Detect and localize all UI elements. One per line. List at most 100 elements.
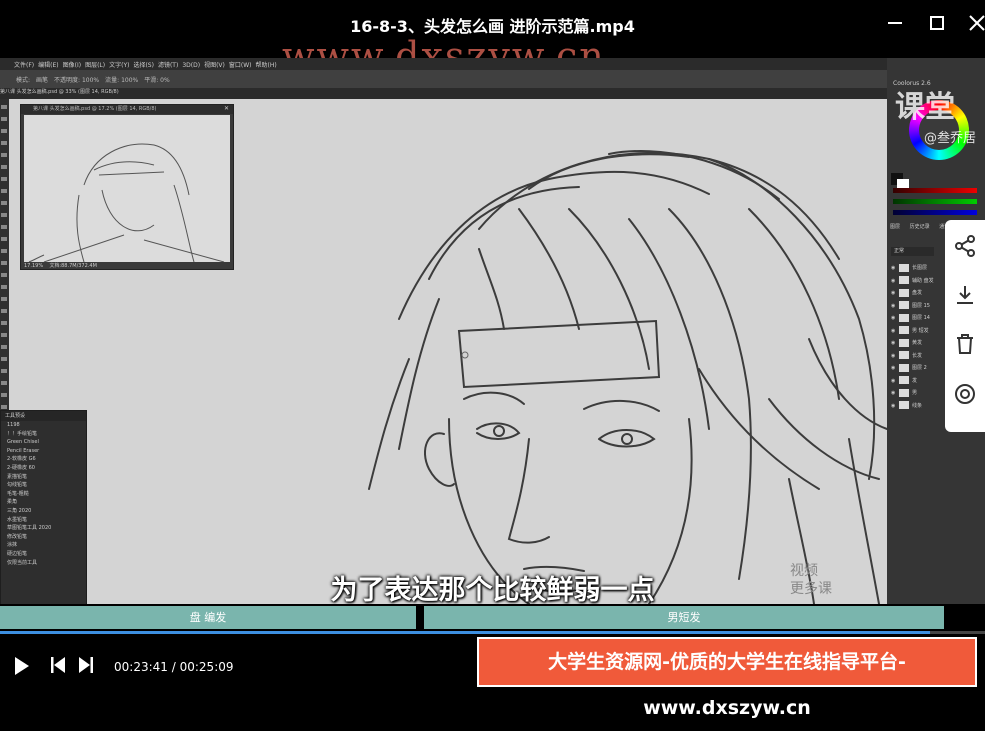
brush-preset-item[interactable]: 修改铅笔 xyxy=(1,533,86,542)
brush-preset-item[interactable]: 2-软橡皮 G6 xyxy=(1,455,86,464)
green-slider[interactable] xyxy=(893,199,977,204)
tool-icon[interactable] xyxy=(1,129,7,133)
tool-icon[interactable] xyxy=(1,381,7,385)
brush-preset-item[interactable]: 勾线铅笔 xyxy=(1,481,86,490)
option-field[interactable]: 平滑: 0% xyxy=(144,75,169,84)
tool-icon[interactable] xyxy=(1,117,7,121)
menu-item[interactable]: 编辑(E) xyxy=(38,60,58,69)
tool-icon[interactable] xyxy=(1,393,7,397)
tool-icon[interactable] xyxy=(1,201,7,205)
tool-icon[interactable] xyxy=(1,213,7,217)
menu-item[interactable]: 选择(S) xyxy=(133,60,154,69)
menu-item[interactable]: 窗口(W) xyxy=(229,60,252,69)
option-field[interactable]: 流量: 100% xyxy=(105,75,138,84)
layer-visibility-icon[interactable]: ◉ xyxy=(891,301,899,312)
record-icon[interactable] xyxy=(953,382,977,406)
tool-icon[interactable] xyxy=(1,249,7,253)
tool-icon[interactable] xyxy=(1,357,7,361)
brush-preset-item[interactable]: 涂抹 xyxy=(1,541,86,550)
brush-preset-item[interactable]: Pencil Eraser xyxy=(1,447,86,456)
layer-visibility-icon[interactable]: ◉ xyxy=(891,351,899,362)
minimize-icon[interactable] xyxy=(880,8,910,38)
layer-visibility-icon[interactable]: ◉ xyxy=(891,263,899,274)
brush-preset-item[interactable]: 硬边铅笔 xyxy=(1,550,86,559)
layer-visibility-icon[interactable]: ◉ xyxy=(891,326,899,337)
play-icon[interactable] xyxy=(14,656,30,676)
next-icon[interactable] xyxy=(78,656,94,674)
brush-preset-item[interactable]: 草图铅笔工具 2020 xyxy=(1,524,86,533)
tool-icon[interactable] xyxy=(1,405,7,409)
option-field[interactable]: 模式: xyxy=(16,75,30,84)
navigator-zoom[interactable]: 17.19% xyxy=(24,263,43,269)
share-icon[interactable] xyxy=(953,234,977,258)
option-field[interactable]: 不透明度: 100% xyxy=(54,75,99,84)
menu-item[interactable]: 帮助(H) xyxy=(256,60,277,69)
tool-icon[interactable] xyxy=(1,189,7,193)
tool-icon[interactable] xyxy=(1,177,7,181)
tool-icon[interactable] xyxy=(1,321,7,325)
layer-visibility-icon[interactable]: ◉ xyxy=(891,288,899,299)
menu-item[interactable]: 图像(I) xyxy=(63,60,81,69)
navigator-close-icon[interactable]: ✕ xyxy=(224,105,229,112)
brush-preset-item[interactable]: ！！手绘铅笔 xyxy=(1,430,86,439)
tool-icon[interactable] xyxy=(1,273,7,277)
red-slider[interactable] xyxy=(893,188,977,193)
tab-layers[interactable]: 图层 xyxy=(890,224,900,230)
tool-icon[interactable] xyxy=(1,285,7,289)
chapter-segment[interactable]: 男短发 xyxy=(424,606,944,629)
navigator-preview[interactable] xyxy=(24,115,230,263)
navigator-panel[interactable]: 第八课 头发怎么画稿.psd @ 17.2% (图层 14, RGB/8) ✕ … xyxy=(20,104,234,270)
blue-slider[interactable] xyxy=(893,210,977,215)
layer-visibility-icon[interactable]: ◉ xyxy=(891,388,899,399)
tool-icon[interactable] xyxy=(1,105,7,109)
option-field[interactable]: 画笔 xyxy=(36,75,48,84)
layer-visibility-icon[interactable]: ◉ xyxy=(891,276,899,287)
layer-thumbnail xyxy=(899,338,909,347)
tool-icon[interactable] xyxy=(1,225,7,229)
layer-visibility-icon[interactable]: ◉ xyxy=(891,401,899,412)
progress-fill xyxy=(0,631,930,634)
video-frame[interactable]: 文件(F) 编辑(E) 图像(I) 图层(L) 文字(Y) 选择(S) 滤镜(T) 3D(D)… xyxy=(0,58,985,604)
blend-mode-select[interactable]: 正常 xyxy=(891,247,934,256)
tool-icon[interactable] xyxy=(1,369,7,373)
brush-preset-item[interactable]: 2-硬橡皮 60 xyxy=(1,464,86,473)
menu-item[interactable]: 视图(V) xyxy=(204,60,225,69)
layer-visibility-icon[interactable]: ◉ xyxy=(891,376,899,387)
menu-item[interactable]: 文件(F) xyxy=(14,60,34,69)
tool-icon[interactable] xyxy=(1,345,7,349)
brush-preset-item[interactable]: 三角 2020 xyxy=(1,507,86,516)
navigator-status: 17.19% 文档:88.7M/372.4M xyxy=(24,262,97,269)
layer-visibility-icon[interactable]: ◉ xyxy=(891,338,899,349)
tool-icon[interactable] xyxy=(1,333,7,337)
download-icon[interactable] xyxy=(953,283,977,307)
brush-preset-item[interactable]: 毛笔-粗糙 xyxy=(1,490,86,499)
brush-preset-item[interactable]: 水墨铅笔 xyxy=(1,516,86,525)
brush-preset-item[interactable]: Green Chisel xyxy=(1,438,86,447)
tool-icon[interactable] xyxy=(1,237,7,241)
brush-preset-item[interactable]: 1198 xyxy=(1,421,86,430)
tool-icon[interactable] xyxy=(1,309,7,313)
layer-thumbnail xyxy=(899,363,909,372)
tool-icon[interactable] xyxy=(1,153,7,157)
layer-visibility-icon[interactable]: ◉ xyxy=(891,363,899,374)
brush-preset-item[interactable]: 柔角 xyxy=(1,498,86,507)
brush-preset-item[interactable]: 仅限当前工具 xyxy=(1,559,86,568)
close-icon[interactable] xyxy=(962,8,985,38)
menu-item[interactable]: 图层(L) xyxy=(85,60,105,69)
maximize-icon[interactable] xyxy=(922,8,952,38)
tool-icon[interactable] xyxy=(1,261,7,265)
delete-icon[interactable] xyxy=(953,332,977,356)
menu-item[interactable]: 滤镜(T) xyxy=(158,60,178,69)
menu-item[interactable]: 3D(D) xyxy=(182,62,200,69)
chapter-segment[interactable]: 盘 编发 xyxy=(0,606,416,629)
tool-icon[interactable] xyxy=(1,297,7,301)
progress-bar[interactable] xyxy=(0,631,985,634)
menu-item[interactable]: 文字(Y) xyxy=(109,60,129,69)
promo-banner[interactable]: 大学生资源网-优质的大学生在线指导平台-www.dxszyw.cn xyxy=(477,637,977,719)
tab-history[interactable]: 历史记录 xyxy=(910,224,930,230)
tool-icon[interactable] xyxy=(1,165,7,169)
brush-preset-item[interactable]: 素描铅笔 xyxy=(1,473,86,482)
previous-icon[interactable] xyxy=(50,656,66,674)
tool-icon[interactable] xyxy=(1,141,7,145)
layer-visibility-icon[interactable]: ◉ xyxy=(891,313,899,324)
